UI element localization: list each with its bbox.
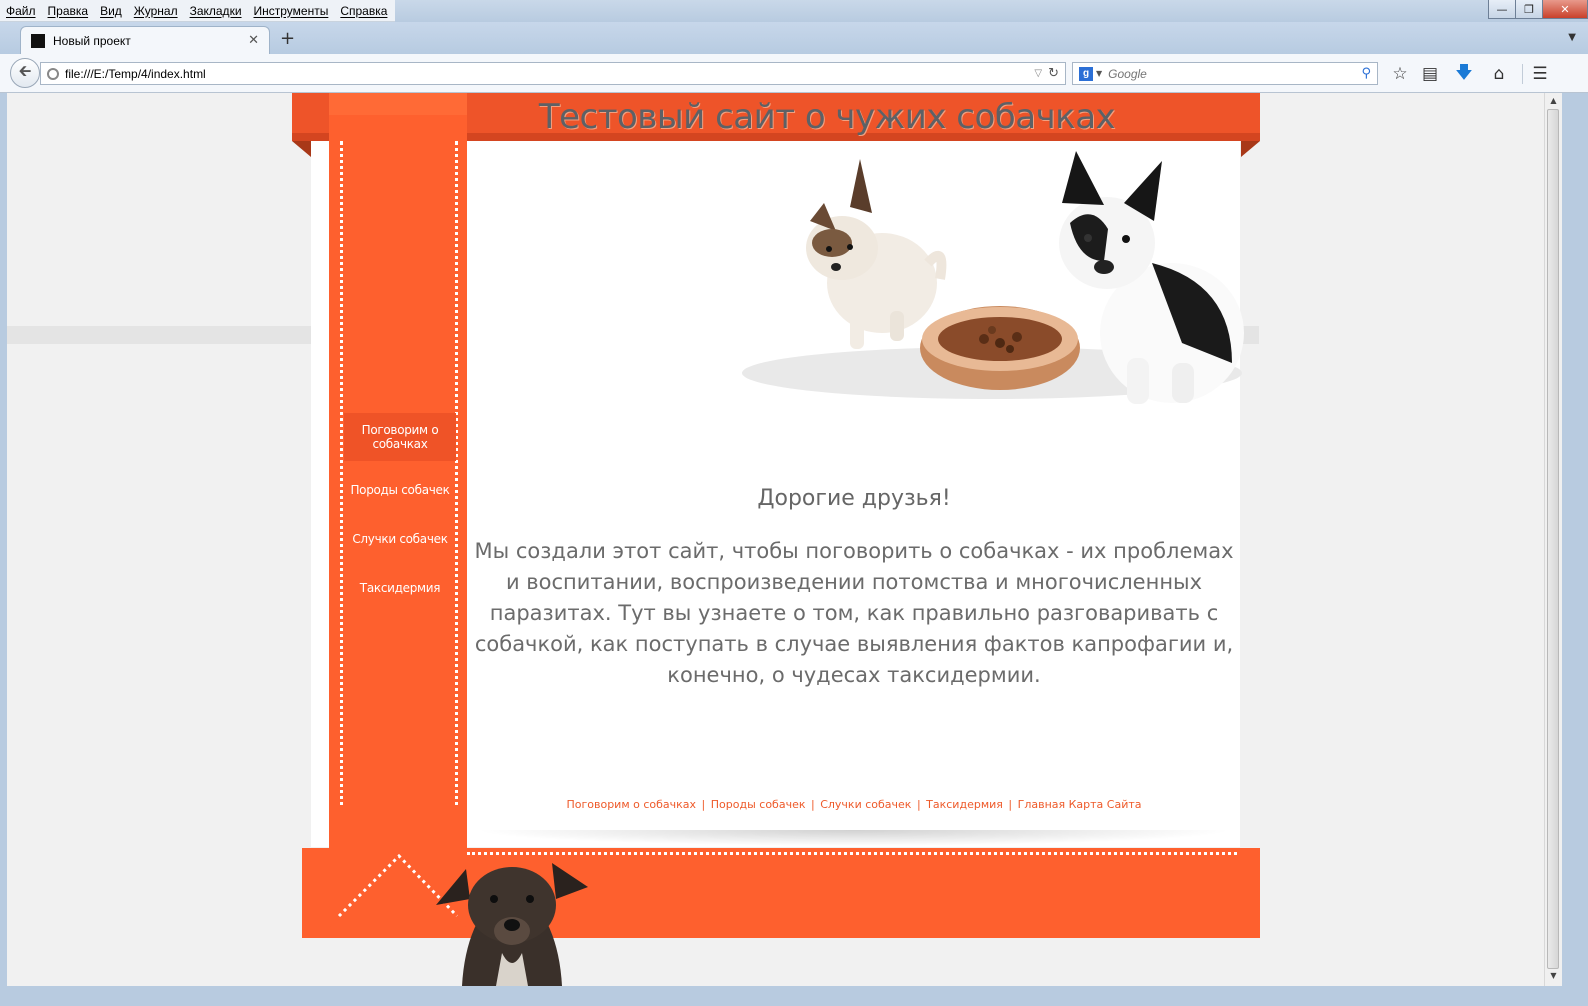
sidebar-item-breeds[interactable]: Породы собачек bbox=[344, 475, 456, 505]
close-tab-icon[interactable]: ✕ bbox=[248, 33, 259, 48]
greeting-heading: Дорогие друзья! bbox=[757, 486, 951, 511]
navigation-toolbar: file:///E:/Temp/4/index.html ▽ ↻ 🡰 g ▼ ⚲… bbox=[0, 54, 1588, 93]
footer-links: Поговорим о собачках | Породы собачек | … bbox=[474, 798, 1234, 811]
menu-bar: Файл Правка Вид Журнал Закладки Инструме… bbox=[0, 0, 395, 22]
scroll-down-icon[interactable]: ▼ bbox=[1545, 971, 1562, 980]
toolbar-separator bbox=[1522, 64, 1523, 84]
search-icon[interactable]: ⚲ bbox=[1361, 66, 1371, 81]
bookmark-star-icon[interactable]: ☆ bbox=[1389, 63, 1411, 85]
menu-bookmarks[interactable]: Закладки bbox=[190, 4, 242, 18]
footer-link-mating[interactable]: Случки собачек bbox=[820, 798, 911, 811]
food-bowl-illustration bbox=[920, 306, 1080, 390]
reload-icon[interactable]: ↻ bbox=[1048, 66, 1059, 81]
download-icon[interactable]: 🡇 bbox=[1453, 63, 1475, 85]
tab-title: Новый проект bbox=[53, 33, 131, 48]
sidebar-nav: Поговорим о собачках Породы собачек Случ… bbox=[344, 413, 456, 622]
sidebar-item-taxidermy[interactable]: Таксидермия bbox=[344, 573, 456, 603]
home-icon[interactable]: ⌂ bbox=[1488, 63, 1510, 85]
sidebar-item-dogs-talk[interactable]: Поговорим о собачках bbox=[344, 413, 456, 461]
menu-view[interactable]: Вид bbox=[100, 4, 122, 18]
hamburger-menu-icon[interactable]: ☰ bbox=[1529, 63, 1551, 85]
close-window-button[interactable]: ✕ bbox=[1542, 0, 1588, 19]
menu-tools[interactable]: Инструменты bbox=[254, 4, 329, 18]
globe-icon bbox=[47, 67, 59, 80]
back-button[interactable]: 🡰 bbox=[10, 58, 40, 88]
title-bar bbox=[395, 0, 1588, 22]
google-engine-icon[interactable]: g bbox=[1079, 66, 1093, 81]
footer-separator: | bbox=[916, 798, 921, 811]
header-fold-left bbox=[292, 141, 311, 157]
address-bar[interactable]: file:///E:/Temp/4/index.html ▽ ↻ bbox=[40, 62, 1066, 85]
new-tab-button[interactable]: + bbox=[280, 28, 295, 49]
site-container: Тестовый сайт о чужих собачках Поговорим… bbox=[292, 93, 1260, 986]
footer-link-taxidermy[interactable]: Таксидермия bbox=[926, 798, 1003, 811]
history-dropdown-icon[interactable]: ▽ bbox=[1034, 68, 1042, 79]
scrollbar-thumb[interactable] bbox=[1547, 109, 1559, 969]
window-border-left bbox=[0, 93, 7, 986]
url-text[interactable]: file:///E:/Temp/4/index.html bbox=[65, 67, 1034, 81]
footer-separator: | bbox=[701, 798, 706, 811]
footer-separator: | bbox=[810, 798, 815, 811]
engine-dropdown-icon[interactable]: ▼ bbox=[1096, 69, 1102, 78]
menu-file[interactable]: Файл bbox=[6, 4, 36, 18]
bookmarks-menu-icon[interactable]: ▤ bbox=[1419, 63, 1441, 85]
vertical-scrollbar[interactable]: ▲ ▼ bbox=[1544, 93, 1562, 986]
footer-link-dogs-talk[interactable]: Поговорим о собачках bbox=[566, 798, 696, 811]
footer-link-sitemap[interactable]: Главная Карта Сайта bbox=[1018, 798, 1142, 811]
tab-active[interactable]: Новый проект ✕ bbox=[20, 26, 270, 54]
window-border-right bbox=[1561, 93, 1588, 1006]
page-viewport: Тестовый сайт о чужих собачках Поговорим… bbox=[7, 93, 1544, 986]
dogs-hero-image bbox=[742, 151, 1244, 404]
tab-strip: Новый проект ✕ + ▼ bbox=[0, 22, 1588, 54]
menu-history[interactable]: Журнал bbox=[134, 4, 178, 18]
window-controls: — ❐ ✕ bbox=[1488, 0, 1588, 20]
puppy-illustration bbox=[806, 159, 947, 349]
scroll-up-icon[interactable]: ▲ bbox=[1545, 96, 1562, 105]
footer-dog-image bbox=[436, 863, 588, 986]
tab-list-icon[interactable]: ▼ bbox=[1568, 32, 1576, 43]
search-input[interactable] bbox=[1108, 66, 1362, 81]
window-border-bottom bbox=[0, 986, 1561, 1006]
sidebar-item-mating[interactable]: Случки собачек bbox=[344, 524, 456, 554]
site-title: Тестовый сайт о чужих собачках bbox=[538, 97, 1116, 137]
menu-edit[interactable]: Правка bbox=[48, 4, 89, 18]
sidebar-ribbon-top bbox=[329, 93, 467, 115]
minimize-button[interactable]: — bbox=[1488, 0, 1516, 19]
search-bar[interactable]: g ▼ ⚲ bbox=[1072, 62, 1378, 85]
favicon-icon bbox=[31, 33, 45, 48]
footer-separator: | bbox=[1008, 798, 1013, 811]
intro-paragraph: Мы создали этот сайт, чтобы поговорить о… bbox=[474, 539, 1234, 687]
footer-link-breeds[interactable]: Породы собачек bbox=[711, 798, 806, 811]
menu-help[interactable]: Справка bbox=[340, 4, 387, 18]
maximize-button[interactable]: ❐ bbox=[1515, 0, 1543, 19]
